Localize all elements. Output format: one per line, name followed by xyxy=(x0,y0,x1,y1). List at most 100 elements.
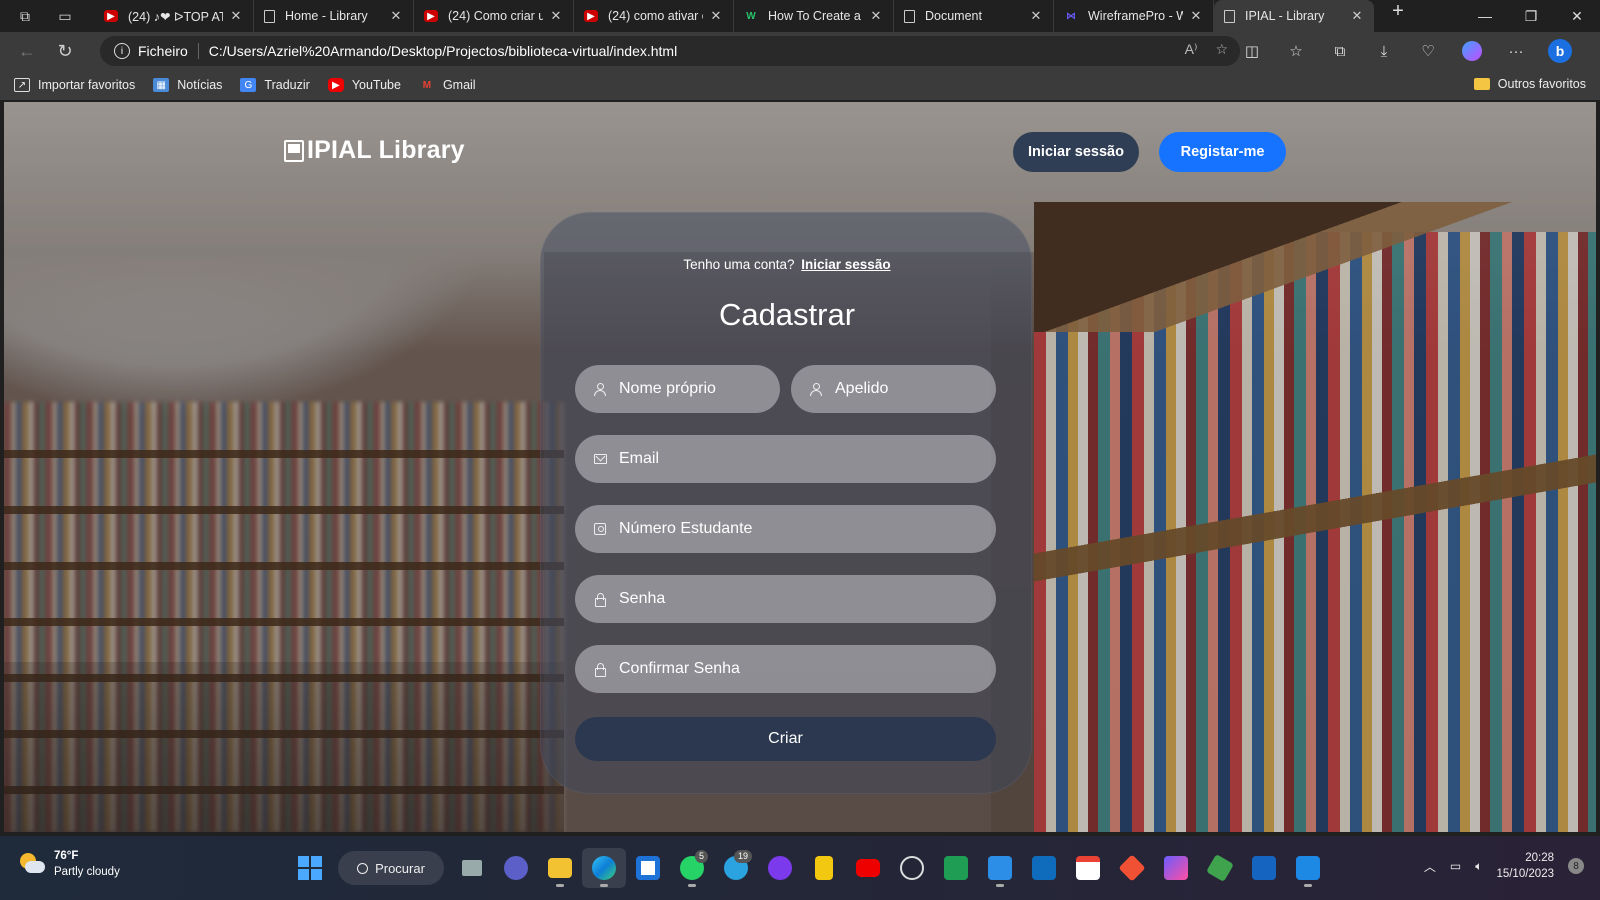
teams-chat-icon[interactable] xyxy=(494,848,538,888)
split-screen-icon[interactable]: ◫ xyxy=(1230,32,1274,70)
gmail-app-icon[interactable] xyxy=(1066,848,1110,888)
tab-home-library[interactable]: Home - Library ✕ xyxy=(254,0,414,32)
address-bar[interactable]: i Ficheiro C:/Users/Azriel%20Armando/Des… xyxy=(100,36,1240,66)
bookmark-import-favorites[interactable]: ↗ Importar favoritos xyxy=(14,78,135,92)
password-input[interactable] xyxy=(619,590,942,608)
wireframepro-app-icon[interactable] xyxy=(1154,848,1198,888)
first-name-input[interactable] xyxy=(619,380,769,398)
login-link[interactable]: Iniciar sessão xyxy=(801,257,890,272)
create-account-button[interactable]: Criar xyxy=(575,717,996,761)
tab-actions-icon[interactable]: ▭ xyxy=(52,3,78,29)
whatsapp-icon[interactable]: 5 xyxy=(670,848,714,888)
login-button[interactable]: Iniciar sessão xyxy=(1013,132,1139,172)
restore-icon[interactable]: ❐ xyxy=(1508,0,1554,32)
site-logo[interactable]: IPIAL Library xyxy=(284,136,465,165)
minimize-icon[interactable]: — xyxy=(1462,0,1508,32)
close-tab-icon[interactable]: ✕ xyxy=(1350,8,1364,24)
email-field[interactable] xyxy=(575,435,996,483)
clock[interactable]: 20:28 15/10/2023 xyxy=(1496,850,1554,882)
youtube-icon: ▶ xyxy=(104,10,118,22)
downloads-icon[interactable]: ⤓ xyxy=(1362,32,1406,70)
bookmark-gmail[interactable]: M Gmail xyxy=(419,78,476,92)
task-view-icon[interactable] xyxy=(450,848,494,888)
webflow-icon: W xyxy=(746,10,756,22)
more-menu-icon[interactable]: ··· xyxy=(1494,32,1538,70)
tab-youtube-como-ativar[interactable]: ▶ (24) como ativar o ✕ xyxy=(574,0,734,32)
github-icon[interactable] xyxy=(758,848,802,888)
start-button[interactable] xyxy=(288,848,332,888)
email-input[interactable] xyxy=(619,450,942,468)
telegram-icon[interactable]: 19 xyxy=(714,848,758,888)
browser-essentials-icon[interactable]: ♡ xyxy=(1406,32,1450,70)
site-info-icon[interactable]: i xyxy=(114,43,130,59)
media-player-icon[interactable] xyxy=(1286,848,1330,888)
edge-icon[interactable] xyxy=(582,848,626,888)
url-text[interactable]: C:/Users/Azriel%20Armando/Desktop/Projec… xyxy=(209,43,677,59)
bookmark-news[interactable]: ▦ Notícias xyxy=(153,78,222,92)
taskbar-search[interactable]: Procurar xyxy=(338,851,444,885)
close-tab-icon[interactable]: ✕ xyxy=(709,8,723,24)
have-account-text: Tenho uma conta? xyxy=(683,257,795,272)
close-tab-icon[interactable]: ✕ xyxy=(549,8,563,24)
chevron-up-icon[interactable]: ︿ xyxy=(1424,858,1436,875)
new-tab-button[interactable]: + xyxy=(1382,0,1414,32)
tab-document[interactable]: Document ✕ xyxy=(894,0,1054,32)
network-icon[interactable]: ▭ xyxy=(1450,859,1461,873)
other-favorites[interactable]: Outros favoritos xyxy=(1473,77,1586,91)
address-actions: A⁾ ☆ xyxy=(1185,41,1228,58)
close-window-icon[interactable]: ✕ xyxy=(1554,0,1600,32)
git-icon[interactable] xyxy=(1110,848,1154,888)
password-field[interactable] xyxy=(575,575,996,623)
microsoft-store-icon[interactable] xyxy=(626,848,670,888)
nodejs-icon[interactable] xyxy=(1198,848,1242,888)
tab-youtube-top[interactable]: ▶ (24) ♪❤ ᐅTOP AT ✕ xyxy=(94,0,254,32)
refresh-button[interactable]: ↻ xyxy=(46,32,84,70)
register-button[interactable]: Registar-me xyxy=(1159,132,1286,172)
browser-toolbar: ◫ ☆ ⧉ ⤓ ♡ ··· b xyxy=(1230,32,1582,70)
partly-cloudy-icon xyxy=(18,853,46,875)
last-name-input[interactable] xyxy=(835,380,985,398)
student-number-input[interactable] xyxy=(619,520,942,538)
power-bi-icon[interactable] xyxy=(802,848,846,888)
last-name-field[interactable] xyxy=(791,365,996,413)
first-name-field[interactable] xyxy=(575,365,780,413)
read-aloud-icon[interactable]: A⁾ xyxy=(1185,41,1198,58)
person-icon xyxy=(593,382,607,396)
clock-time: 20:28 xyxy=(1525,852,1554,864)
file-explorer-icon[interactable] xyxy=(538,848,582,888)
workspaces-icon[interactable]: ⧉ xyxy=(12,3,38,29)
tab-wireframepro[interactable]: ⋈ WireframePro - W ✕ xyxy=(1054,0,1214,32)
youtube-app-icon[interactable] xyxy=(846,848,890,888)
notification-badge[interactable]: 8 xyxy=(1568,858,1584,874)
tab-how-to-create[interactable]: W How To Create a D ✕ xyxy=(734,0,894,32)
confirm-password-input[interactable] xyxy=(619,660,942,678)
bookmark-youtube[interactable]: ▶ YouTube xyxy=(327,78,401,92)
weather-widget[interactable]: 76°F Partly cloudy xyxy=(18,848,120,880)
close-tab-icon[interactable]: ✕ xyxy=(1029,8,1043,24)
vscode-icon[interactable] xyxy=(978,848,1022,888)
system-tray: ︿ ▭ 🔈︎ 20:28 15/10/2023 8 xyxy=(1424,850,1584,882)
window-controls: — ❐ ✕ xyxy=(1462,0,1600,32)
bookmark-translate[interactable]: G Traduzir xyxy=(240,78,310,92)
back-button[interactable]: ← xyxy=(8,32,46,70)
volume-icon[interactable]: 🔈︎ xyxy=(1475,859,1482,874)
favorites-icon[interactable]: ☆ xyxy=(1274,32,1318,70)
close-tab-icon[interactable]: ✕ xyxy=(389,8,403,24)
copilot-icon[interactable] xyxy=(1450,32,1494,70)
site-logo-text: IPIAL Library xyxy=(307,136,465,164)
outlook-icon[interactable] xyxy=(1022,848,1066,888)
chatgpt-icon[interactable] xyxy=(890,848,934,888)
favorite-star-icon[interactable]: ☆ xyxy=(1215,41,1228,58)
app-store-icon[interactable] xyxy=(1242,848,1286,888)
clock-date: 15/10/2023 xyxy=(1496,868,1554,880)
confirm-password-field[interactable] xyxy=(575,645,996,693)
student-number-field[interactable] xyxy=(575,505,996,553)
tab-youtube-como-criar[interactable]: ▶ (24) Como criar un ✕ xyxy=(414,0,574,32)
tab-ipial-library[interactable]: IPIAL - Library ✕ xyxy=(1214,0,1374,32)
excel-icon[interactable] xyxy=(934,848,978,888)
collections-icon[interactable]: ⧉ xyxy=(1318,32,1362,70)
bing-chat-icon[interactable]: b xyxy=(1538,32,1582,70)
close-tab-icon[interactable]: ✕ xyxy=(229,8,243,24)
close-tab-icon[interactable]: ✕ xyxy=(1189,8,1203,24)
close-tab-icon[interactable]: ✕ xyxy=(869,8,883,24)
